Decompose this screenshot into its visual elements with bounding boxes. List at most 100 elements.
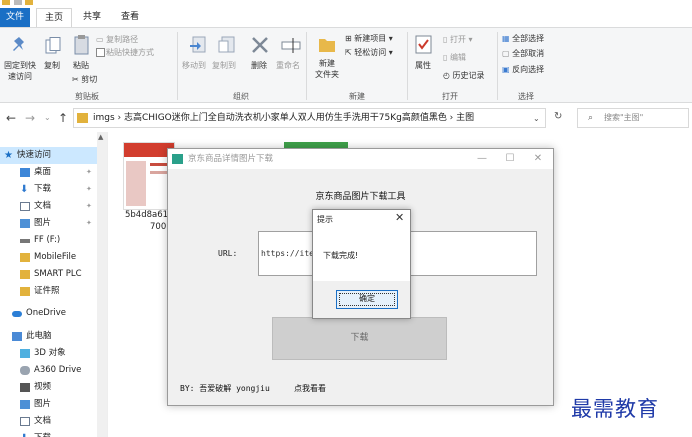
nav-item-pc-downloads[interactable]: ⬇ 下载 [0,430,100,437]
rename-button[interactable]: 重命名 [276,60,300,71]
edit-button[interactable]: ▯ 编辑 [443,52,466,63]
search-input[interactable]: ⌕ 搜索"主图" [577,108,689,128]
nav-item-pc-documents[interactable]: 文档 [0,413,100,430]
address-path[interactable]: imgs › 志高CHIGO迷你上门全自动洗衣机小家单人双人用仿生手洗用干75K… [73,108,546,128]
ribbon-separator [407,32,408,100]
paste-button[interactable]: 粘贴 [73,60,89,71]
open-label: 打开 [449,35,466,44]
nav-item-quick-access[interactable]: ★ 快速访问 [0,147,100,164]
address-dropdown-icon[interactable]: ⌄ [533,112,540,126]
pictures-icon [20,219,30,228]
properties-button[interactable]: 属性 [415,60,431,71]
message-footer: 确定 [313,281,410,318]
minimize-icon[interactable]: — [468,149,496,169]
nav-item-downloads[interactable]: ⬇ 下载 ✦ [0,181,100,198]
download-icon: ⬇ [20,184,29,195]
properties-icon [415,35,432,54]
history-label: 历史记录 [452,71,485,80]
navigation-pane: ★ 快速访问 桌面 ✦ ⬇ 下载 ✦ 文档 ✦ 图片 ✦ FF (F:) MobileFi… [0,132,108,437]
rename-icon [281,38,301,53]
maximize-icon[interactable]: ☐ [496,149,524,169]
copy-path-button[interactable]: ▭ 复制路径 [96,34,138,45]
recent-dropdown-icon[interactable]: ⌄ [44,111,51,125]
group-label-clipboard: 剪贴板 [75,92,99,101]
new-item-button[interactable]: ⊞ 新建项目 ▾ [345,33,393,44]
nav-item-3d-objects[interactable]: 3D 对象 [0,345,100,362]
invert-selection-button[interactable]: ▣ 反向选择 [502,64,544,75]
app-icon [172,154,183,164]
address-folder-icon [77,113,88,123]
address-bar-row: ← → ⌄ ↑ imgs › 志高CHIGO迷你上门全自动洗衣机小家单人双人用仿… [0,104,692,132]
pin-icon: ✦ [86,168,92,176]
tab-share[interactable]: 共享 [76,8,108,27]
copy-to-button[interactable]: 复制到 [212,60,236,71]
window-titlebar[interactable]: 京东商品详情图片下载 — ☐ ✕ [168,149,553,169]
ribbon-separator [306,32,307,100]
desktop-icon [20,168,30,177]
nav-item-videos[interactable]: 视频 [0,379,100,396]
forward-arrow-icon[interactable]: → [25,111,35,125]
move-to-icon [190,36,206,53]
nav-item-a360[interactable]: A360 Drive [0,362,100,379]
paste-icon [74,35,89,55]
select-all-button[interactable]: ▦ 全部选择 [502,33,544,44]
tab-view[interactable]: 查看 [114,8,146,27]
open-button[interactable]: ▯ 打开 ▾ [443,34,473,45]
select-none-button[interactable]: ▢ 全部取消 [502,48,544,59]
nav-item-pictures[interactable]: 图片 ✦ [0,215,100,232]
delete-button[interactable]: 删除 [251,60,267,71]
close-icon[interactable]: ✕ [395,211,404,224]
nav-item-mobilefile[interactable]: MobileFile [0,249,100,266]
nav-scrollbar[interactable]: ▲ [97,132,107,437]
a360-icon [20,366,30,375]
nav-item-id-photos[interactable]: 证件照 [0,283,100,300]
paste-shortcut-label: 粘贴快捷方式 [106,48,154,57]
nav-label: 快速访问 [17,150,52,160]
message-title: 提示 [317,215,333,224]
tab-file[interactable]: 文件 [0,8,30,27]
refresh-icon[interactable]: ↻ [554,110,562,124]
select-all-icon: ▦ [502,34,510,43]
message-text: 下载完成! [323,251,359,260]
nav-label: 下载 [34,430,51,437]
quick-access-toolbar-icon[interactable] [2,0,10,5]
visit-link[interactable]: 点我看看 [294,383,326,394]
up-arrow-icon[interactable]: ↑ [58,111,68,125]
nav-item-documents[interactable]: 文档 ✦ [0,198,100,215]
delete-icon [252,37,268,53]
nav-label: 证件照 [34,286,60,296]
move-to-button[interactable]: 移动到 [182,60,206,71]
pin-quick-access-button[interactable]: 固定到快 速访问 [2,60,38,82]
cut-button[interactable]: ✂ 剪切 [72,74,97,85]
history-button[interactable]: ◴ 历史记录 [443,70,485,81]
nav-label: SMART PLC [34,269,82,279]
ok-button[interactable]: 确定 [336,290,398,309]
nav-item-pc-pictures[interactable]: 图片 [0,396,100,413]
download-button[interactable]: 下载 [272,317,447,360]
star-icon: ★ [4,150,13,161]
copy-button[interactable]: 复制 [44,60,60,71]
back-arrow-icon[interactable]: ← [6,111,16,125]
quick-access-dropdown-icon[interactable] [14,0,22,5]
tab-home[interactable]: 主页 [36,8,72,27]
author-credit: BY: 吾爱破解 yongjiu [180,384,270,393]
cloud-icon [12,311,22,317]
thumbnail-image [126,161,146,206]
nav-item-onedrive[interactable]: OneDrive [0,305,100,322]
nav-item-drive-f[interactable]: FF (F:) [0,232,100,249]
new-folder-button[interactable]: 新建 文件夹 [313,58,341,80]
file-name[interactable]: 5b4d8a61a [125,210,173,220]
nav-item-this-pc[interactable]: 此电脑 [0,328,100,345]
close-icon[interactable]: ✕ [524,149,552,169]
easy-access-button[interactable]: ⇱ 轻松访问 ▾ [345,47,393,58]
nav-item-desktop[interactable]: 桌面 ✦ [0,164,100,181]
cube-icon [20,349,30,358]
nav-item-smart-plc[interactable]: SMART PLC [0,266,100,283]
nav-label: MobileFile [34,252,77,262]
ribbon-separator [177,32,178,100]
scroll-up-icon[interactable]: ▲ [98,133,103,141]
paste-shortcut-button[interactable]: 粘贴快捷方式 [106,47,154,58]
group-label-new: 新建 [349,92,365,101]
pin-icon: ✦ [86,185,92,193]
select-none-label: 全部取消 [512,49,545,58]
